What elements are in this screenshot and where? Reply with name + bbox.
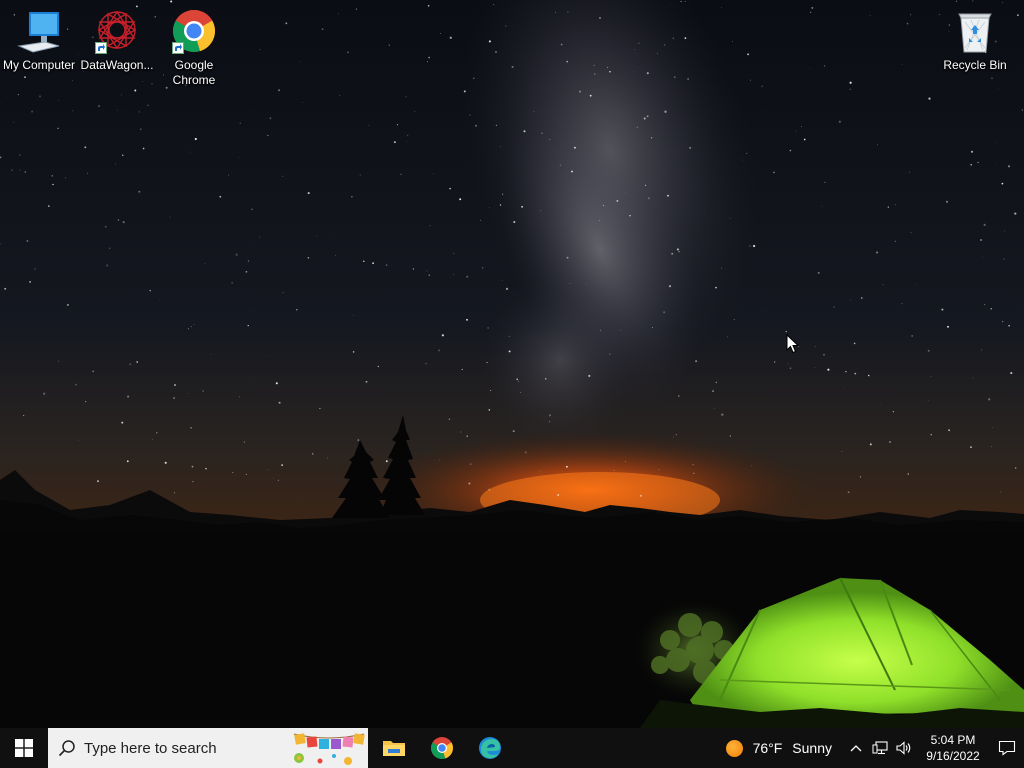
volume-button[interactable] <box>892 728 916 768</box>
chrome-icon <box>431 737 453 759</box>
desktop-icon-label: Recycle Bin <box>943 58 1007 72</box>
search-highlight-icon <box>290 728 366 768</box>
search-placeholder: Type here to search <box>84 739 217 757</box>
speaker-icon <box>896 741 911 755</box>
clock-time: 5:04 PM <box>930 733 976 747</box>
datawagon-icon <box>93 8 141 56</box>
chrome-icon <box>170 8 218 56</box>
system-tray: 76°F Sunny 5:04 PM 9/16/2022 <box>725 728 1024 768</box>
clock-date: 9/16/2022 <box>926 749 980 763</box>
desktop-icon-google-chrome[interactable]: Google Chrome <box>155 8 233 88</box>
network-icon <box>872 741 888 755</box>
desktop-icon-label: DataWagon... <box>80 58 154 72</box>
desktop-icon-my-computer[interactable]: My Computer <box>0 8 78 73</box>
taskbar: Type here to search 76°F Sunny 5:04 PM 9… <box>0 728 1024 768</box>
taskbar-microsoft-edge[interactable] <box>466 728 514 768</box>
folder-icon <box>383 741 405 756</box>
desktop-icon-label: My Computer <box>2 58 76 72</box>
taskbar-file-explorer[interactable] <box>370 728 418 768</box>
desktop-wallpaper <box>0 0 1024 728</box>
mouse-cursor-icon <box>786 333 800 359</box>
taskbar-clock[interactable]: 5:04 PM 9/16/2022 <box>922 732 984 764</box>
edge-icon <box>479 737 501 759</box>
shortcut-arrow-icon <box>172 42 184 54</box>
chevron-up-icon <box>850 745 862 752</box>
shortcut-arrow-icon <box>95 42 107 54</box>
notification-icon <box>998 740 1016 756</box>
monitor-icon <box>15 8 63 56</box>
desktop-icon-label: Google Chrome <box>172 58 216 87</box>
sun-icon <box>725 739 743 757</box>
windows-logo-icon <box>15 739 33 757</box>
weather-temp: 76°F <box>752 740 783 756</box>
network-button[interactable] <box>868 728 892 768</box>
search-icon <box>58 739 76 757</box>
start-button[interactable] <box>0 728 48 768</box>
recycle-bin-icon <box>951 8 999 56</box>
desktop-icon-recycle-bin[interactable]: Recycle Bin <box>936 8 1014 73</box>
action-center-button[interactable] <box>990 728 1024 768</box>
weather-widget[interactable]: 76°F Sunny <box>725 739 832 757</box>
night-sky-camping-scene <box>0 0 1024 728</box>
weather-condition: Sunny <box>792 740 832 756</box>
search-box[interactable]: Type here to search <box>48 728 368 768</box>
show-hidden-icons-button[interactable] <box>844 728 868 768</box>
desktop-icon-datawagon[interactable]: DataWagon... <box>78 8 156 73</box>
taskbar-google-chrome[interactable] <box>418 728 466 768</box>
